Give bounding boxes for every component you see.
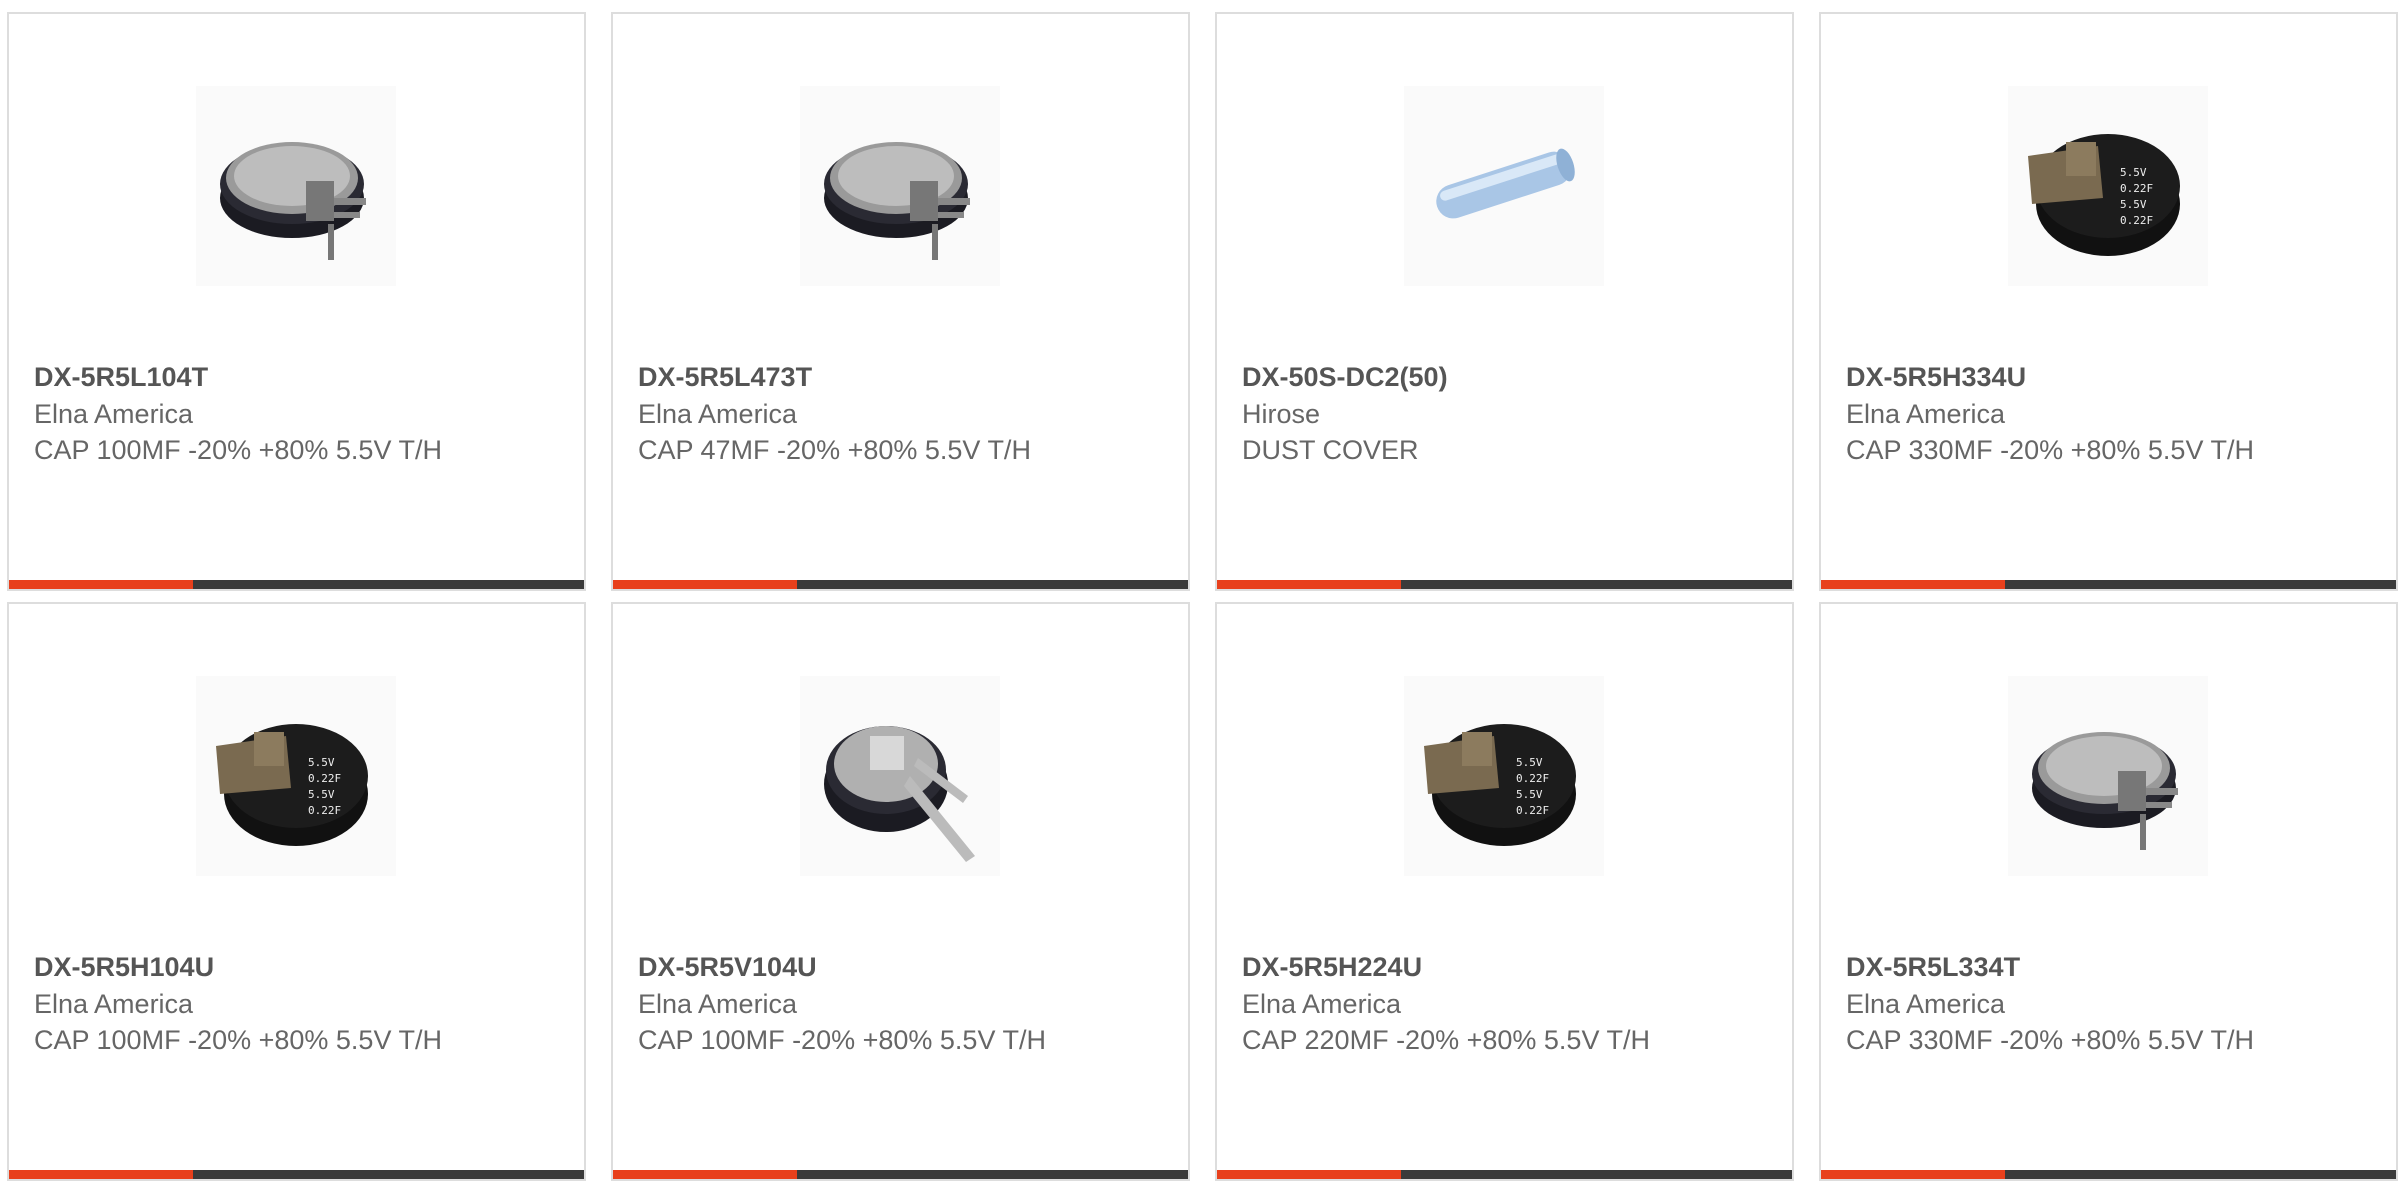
description: CAP 100MF -20% +80% 5.5V T/H: [34, 1025, 442, 1055]
product-card-7[interactable]: DX-5R5L334T Elna America CAP 330MF -20% …: [1819, 602, 2398, 1181]
manufacturer: Elna America: [1846, 399, 2006, 429]
part-number[interactable]: DX-5R5V104U: [638, 949, 1138, 986]
card-accent-bar: [1217, 1170, 1792, 1179]
coin-cell-capacitor-side-leads-icon: [220, 142, 366, 260]
card-accent-bar: [613, 1170, 1188, 1179]
product-image[interactable]: 5.5V 0.22F 5.5V 0.22F: [1404, 676, 1604, 876]
svg-text:5.5V: 5.5V: [308, 756, 335, 769]
svg-text:5.5V: 5.5V: [2120, 198, 2147, 211]
product-info: DX-5R5V104U Elna America CAP 100MF -20% …: [638, 949, 1138, 1058]
card-accent-bar-fill: [9, 1170, 193, 1179]
product-card-2[interactable]: DX-50S-DC2(50) Hirose DUST COVER: [1215, 12, 1794, 591]
product-image[interactable]: [2008, 676, 2208, 876]
part-number[interactable]: DX-50S-DC2(50): [1242, 359, 1742, 396]
product-info: DX-5R5H334U Elna America CAP 330MF -20% …: [1846, 359, 2346, 468]
manufacturer: Elna America: [1846, 989, 2006, 1019]
svg-text:0.22F: 0.22F: [1516, 804, 1549, 817]
manufacturer: Elna America: [34, 399, 194, 429]
part-number[interactable]: DX-5R5H104U: [34, 949, 534, 986]
description: CAP 100MF -20% +80% 5.5V T/H: [34, 435, 442, 465]
part-number[interactable]: DX-5R5L104T: [34, 359, 534, 396]
card-accent-bar: [613, 580, 1188, 589]
coin-cell-capacitor-labeled-icon: 5.5V 0.22F 5.5V 0.22F: [1424, 724, 1576, 846]
part-number[interactable]: DX-5R5H334U: [1846, 359, 2346, 396]
manufacturer: Hirose: [1242, 399, 1321, 429]
product-image[interactable]: [1404, 86, 1604, 286]
description: DUST COVER: [1242, 435, 1419, 465]
card-accent-bar: [9, 1170, 584, 1179]
card-accent-bar-fill: [1821, 580, 2005, 589]
svg-text:5.5V: 5.5V: [1516, 756, 1543, 769]
product-card-0[interactable]: DX-5R5L104T Elna America CAP 100MF -20% …: [7, 12, 586, 591]
card-accent-bar: [1821, 580, 2396, 589]
svg-text:0.22F: 0.22F: [2120, 214, 2153, 227]
description: CAP 220MF -20% +80% 5.5V T/H: [1242, 1025, 1650, 1055]
coin-cell-capacitor-labeled-icon: 5.5V 0.22F 5.5V 0.22F: [2028, 134, 2180, 256]
svg-text:5.5V: 5.5V: [2120, 166, 2147, 179]
manufacturer: Elna America: [1242, 989, 1402, 1019]
svg-text:0.22F: 0.22F: [1516, 772, 1549, 785]
product-info: DX-5R5L104T Elna America CAP 100MF -20% …: [34, 359, 534, 468]
coin-cell-capacitor-vertical-leads-icon: [824, 726, 975, 862]
part-number[interactable]: DX-5R5L473T: [638, 359, 1138, 396]
product-info: DX-5R5H104U Elna America CAP 100MF -20% …: [34, 949, 534, 1058]
svg-text:5.5V: 5.5V: [308, 788, 335, 801]
product-card-3[interactable]: 5.5V 0.22F 5.5V 0.22F DX-5R5H334U Elna Amer…: [1819, 12, 2398, 591]
product-info: DX-5R5H224U Elna America CAP 220MF -20% …: [1242, 949, 1742, 1058]
manufacturer: Elna America: [638, 399, 798, 429]
description: CAP 47MF -20% +80% 5.5V T/H: [638, 435, 1031, 465]
description: CAP 100MF -20% +80% 5.5V T/H: [638, 1025, 1046, 1055]
part-number[interactable]: DX-5R5H224U: [1242, 949, 1742, 986]
coin-cell-capacitor-side-leads-icon: [2032, 732, 2178, 850]
coin-cell-capacitor-labeled-icon: 5.5V 0.22F 5.5V 0.22F: [216, 724, 368, 846]
product-image[interactable]: 5.5V 0.22F 5.5V 0.22F: [2008, 86, 2208, 286]
manufacturer: Elna America: [34, 989, 194, 1019]
coin-cell-capacitor-side-leads-icon: [824, 142, 970, 260]
card-accent-bar-fill: [1217, 580, 1401, 589]
description: CAP 330MF -20% +80% 5.5V T/H: [1846, 435, 2254, 465]
product-card-6[interactable]: 5.5V 0.22F 5.5V 0.22F DX-5R5H224U Elna Amer…: [1215, 602, 1794, 1181]
product-card-5[interactable]: DX-5R5V104U Elna America CAP 100MF -20% …: [611, 602, 1190, 1181]
svg-text:5.5V: 5.5V: [1516, 788, 1543, 801]
card-accent-bar-fill: [1821, 1170, 2005, 1179]
card-accent-bar: [1821, 1170, 2396, 1179]
manufacturer: Elna America: [638, 989, 798, 1019]
svg-text:0.22F: 0.22F: [2120, 182, 2153, 195]
product-card-1[interactable]: DX-5R5L473T Elna America CAP 47MF -20% +…: [611, 12, 1190, 591]
dust-cover-tube-icon: [1436, 148, 1575, 219]
card-accent-bar-fill: [613, 1170, 797, 1179]
product-info: DX-5R5L473T Elna America CAP 47MF -20% +…: [638, 359, 1138, 468]
description: CAP 330MF -20% +80% 5.5V T/H: [1846, 1025, 2254, 1055]
svg-text:0.22F: 0.22F: [308, 772, 341, 785]
card-accent-bar: [9, 580, 584, 589]
product-card-4[interactable]: 5.5V 0.22F 5.5V 0.22F DX-5R5H104U Elna Amer…: [7, 602, 586, 1181]
product-image[interactable]: [196, 86, 396, 286]
product-info: DX-5R5L334T Elna America CAP 330MF -20% …: [1846, 949, 2346, 1058]
product-image[interactable]: [800, 676, 1000, 876]
product-image[interactable]: [800, 86, 1000, 286]
part-number[interactable]: DX-5R5L334T: [1846, 949, 2346, 986]
card-accent-bar: [1217, 580, 1792, 589]
svg-text:0.22F: 0.22F: [308, 804, 341, 817]
card-accent-bar-fill: [9, 580, 193, 589]
card-accent-bar-fill: [1217, 1170, 1401, 1179]
product-grid: DX-5R5L104T Elna America CAP 100MF -20% …: [0, 0, 2400, 1181]
product-info: DX-50S-DC2(50) Hirose DUST COVER: [1242, 359, 1742, 468]
card-accent-bar-fill: [613, 580, 797, 589]
product-image[interactable]: 5.5V 0.22F 5.5V 0.22F: [196, 676, 396, 876]
